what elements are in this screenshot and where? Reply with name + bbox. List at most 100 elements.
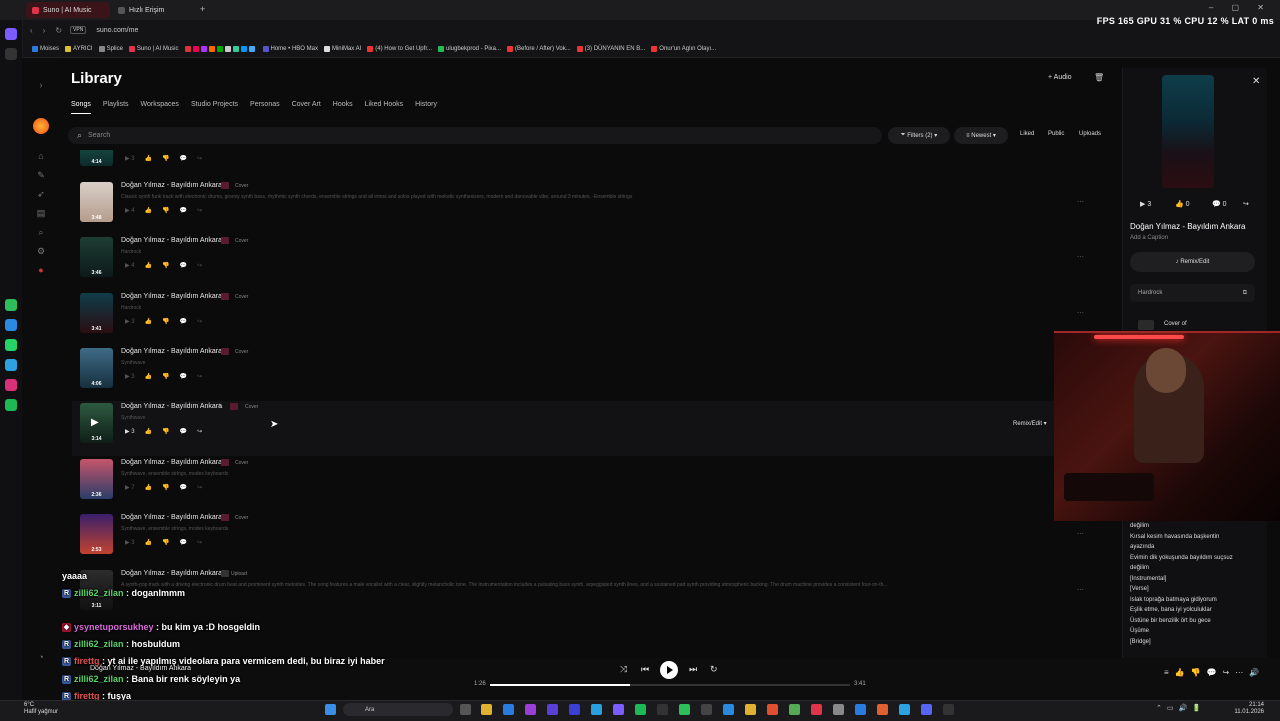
share-icon[interactable]: ↪ bbox=[197, 318, 202, 325]
forward-icon[interactable]: › bbox=[43, 26, 46, 35]
spotify-icon[interactable] bbox=[635, 704, 646, 715]
bookmark-item[interactable]: Moises bbox=[32, 45, 59, 52]
create-icon[interactable]: ✎ bbox=[36, 170, 46, 180]
avatar[interactable] bbox=[33, 118, 49, 134]
play-count[interactable]: ▶ 3 bbox=[125, 318, 135, 325]
new-tab-icon[interactable]: + bbox=[200, 4, 205, 14]
comment-icon[interactable]: 💬 bbox=[180, 207, 187, 214]
dislike-icon[interactable]: 👎 bbox=[162, 539, 169, 546]
remix-edit-button[interactable]: ♪ Remix/Edit bbox=[1130, 252, 1255, 272]
like-count[interactable]: 👍 0 bbox=[1175, 200, 1190, 208]
comment-icon[interactable]: 💬 bbox=[180, 539, 187, 546]
discord-icon[interactable] bbox=[921, 704, 932, 715]
share-icon[interactable]: ↪ bbox=[197, 539, 202, 546]
comment-icon[interactable]: 💬 bbox=[180, 262, 187, 269]
play-count[interactable]: ▶ 3 bbox=[1140, 200, 1151, 208]
after-effects-icon[interactable] bbox=[547, 704, 558, 715]
next-icon[interactable]: ⏭ bbox=[689, 664, 697, 675]
tab-hooks[interactable]: Hooks bbox=[333, 101, 353, 114]
app-icon[interactable] bbox=[701, 704, 712, 715]
remix-edit-button[interactable]: Remix/Edit ▾ bbox=[1013, 420, 1047, 427]
bookmark-item[interactable]: (Before / After) Vok... bbox=[507, 45, 571, 52]
like-icon[interactable]: 👍 bbox=[145, 428, 152, 435]
play-count[interactable]: ▶ 3 bbox=[125, 539, 135, 546]
tab-songs[interactable]: Songs bbox=[71, 101, 91, 114]
sort-dropdown[interactable]: ≡ Newest ▾ bbox=[954, 127, 1008, 144]
bookmark-item[interactable]: (4) How to Get Upfr... bbox=[367, 45, 432, 52]
shuffle-icon[interactable]: ⤨ bbox=[620, 664, 627, 675]
song-row[interactable]: 3:48 Doğan Yılmaz - Bayıldım Ankara Cove… bbox=[72, 180, 1112, 235]
media-encoder-icon[interactable] bbox=[569, 704, 580, 715]
like-icon[interactable]: 👍 bbox=[145, 155, 152, 162]
search-input[interactable]: ⌕ Search bbox=[68, 127, 882, 144]
settings-icon[interactable]: ⚙ bbox=[36, 246, 46, 256]
more-options-icon[interactable]: ⋯ bbox=[1077, 253, 1084, 261]
song-row[interactable]: 3:46 Doğan Yılmaz - Bayıldım Ankara Cove… bbox=[72, 235, 1112, 290]
song-row[interactable]: 3:41 Doğan Yılmaz - Bayıldım Ankara Cove… bbox=[72, 291, 1112, 346]
dislike-icon[interactable]: 👎 bbox=[162, 318, 169, 325]
song-row[interactable]: 4:06 Doğan Yılmaz - Bayıldım Ankara Cove… bbox=[72, 346, 1112, 401]
cover-of-label[interactable]: Cover of bbox=[1164, 321, 1187, 327]
play-count[interactable]: ▶ 3 bbox=[125, 373, 135, 380]
comment-count[interactable]: 💬 0 bbox=[1212, 200, 1227, 208]
public-filter[interactable]: Public bbox=[1048, 131, 1064, 137]
whatsapp-business-icon[interactable] bbox=[5, 339, 17, 351]
song-row[interactable]: 2:36 Doğan Yılmaz - Bayıldım Ankara Cove… bbox=[72, 457, 1112, 512]
share-icon[interactable]: ↪ bbox=[197, 262, 202, 269]
play-count[interactable]: ▶ 4 bbox=[125, 207, 135, 214]
url-text[interactable]: suno.com/me bbox=[96, 27, 138, 34]
whatsapp-icon[interactable] bbox=[5, 299, 17, 311]
tab-workspaces[interactable]: Workspaces bbox=[141, 101, 179, 114]
tab-liked-hooks[interactable]: Liked Hooks bbox=[365, 101, 404, 114]
like-icon[interactable]: 👍 bbox=[145, 373, 152, 380]
song-row[interactable]: 2:53 Doğan Yılmaz - Bayıldım Ankara Cove… bbox=[72, 512, 1112, 567]
share-icon[interactable]: ↪ bbox=[197, 373, 202, 380]
file-explorer-icon[interactable] bbox=[481, 704, 492, 715]
song-row-hovered[interactable]: ▶ 3:14 Doğan Yılmaz - Bayıldım Ankara ✎ … bbox=[72, 401, 1112, 456]
app-icon[interactable] bbox=[657, 704, 668, 715]
song-title[interactable]: Doğan Yılmaz - Bayıldım Ankara bbox=[121, 459, 222, 466]
song-title[interactable]: Doğan Yılmaz - Bayıldım Ankara bbox=[121, 348, 222, 355]
bookmark-item[interactable]: (3) DÜNYANIN EN B... bbox=[576, 45, 645, 52]
copy-icon[interactable]: ⧉ bbox=[1243, 290, 1247, 297]
song-title[interactable]: Doğan Yılmaz - Bayıldım Ankara bbox=[121, 570, 222, 577]
reload-icon[interactable]: ↻ bbox=[55, 26, 62, 35]
dislike-icon[interactable]: 👎 bbox=[162, 155, 169, 162]
bookmark-item[interactable]: Splice bbox=[98, 45, 123, 52]
play-count[interactable]: ▶ 7 bbox=[125, 484, 135, 491]
share-icon[interactable]: ↪ bbox=[197, 207, 202, 214]
notification-icon[interactable]: ● bbox=[36, 265, 46, 275]
more-options-icon[interactable]: ⋯ bbox=[1077, 530, 1084, 538]
bookmark-item[interactable]: AYRICI bbox=[65, 45, 93, 52]
play-count[interactable]: ▶ 3 bbox=[125, 155, 135, 162]
bookmark-item[interactable]: Onur'un Aglın Olayı... bbox=[651, 45, 716, 52]
star-icon[interactable] bbox=[5, 48, 17, 60]
edit-icon[interactable]: ✎ bbox=[218, 403, 223, 410]
photoshop-icon[interactable] bbox=[591, 704, 602, 715]
tab-playlists[interactable]: Playlists bbox=[103, 101, 129, 114]
dislike-icon[interactable]: 👎 bbox=[162, 262, 169, 269]
tab-personas[interactable]: Personas bbox=[250, 101, 280, 114]
task-view-icon[interactable] bbox=[460, 704, 471, 715]
like-icon[interactable]: 👍 bbox=[145, 262, 152, 269]
premiere-icon[interactable] bbox=[525, 704, 536, 715]
app-icon[interactable] bbox=[503, 704, 514, 715]
app-icon[interactable] bbox=[789, 704, 800, 715]
style-tag[interactable]: Hardrock ⧉ bbox=[1130, 284, 1255, 302]
comment-icon[interactable]: 💬 bbox=[180, 484, 187, 491]
more-options-icon[interactable]: ⋯ bbox=[1077, 586, 1084, 594]
play-button[interactable] bbox=[660, 661, 678, 679]
song-title[interactable]: Doğan Yılmaz - Bayıldım Ankara bbox=[121, 514, 222, 521]
add-audio-button[interactable]: + Audio bbox=[1048, 74, 1072, 81]
bookmark-item[interactable]: Home • HBO Max bbox=[262, 45, 318, 52]
collapse-chevron-icon[interactable]: › bbox=[36, 80, 46, 90]
song-title[interactable]: Doğan Yılmaz - Bayıldım Ankara bbox=[121, 237, 222, 244]
share-icon[interactable]: ↪ bbox=[197, 484, 202, 491]
share-icon[interactable]: ↪ bbox=[197, 155, 202, 162]
spotify-icon[interactable] bbox=[5, 399, 17, 411]
dislike-icon[interactable]: 👎 bbox=[162, 207, 169, 214]
previous-icon[interactable]: ⏮ bbox=[641, 664, 649, 675]
trash-icon[interactable]: 🗑 bbox=[1094, 73, 1104, 82]
share-icon[interactable]: ↪ bbox=[1243, 200, 1249, 208]
bookmark-item[interactable]: MiniMax AI bbox=[323, 45, 361, 52]
